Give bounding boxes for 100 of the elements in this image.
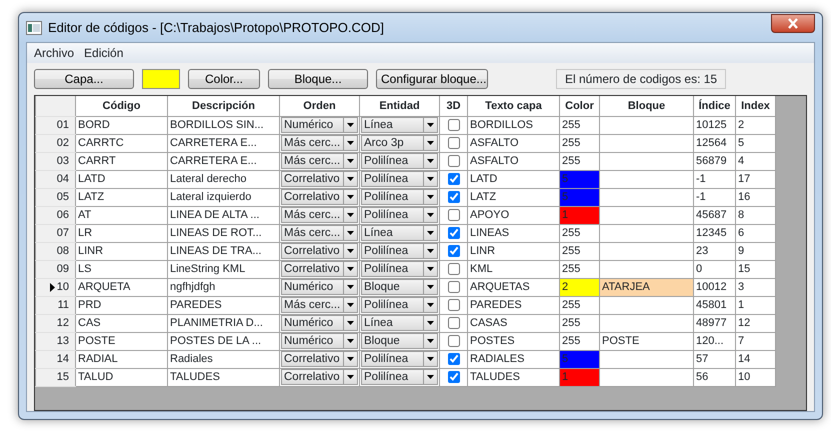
row-number: 02	[56, 136, 69, 151]
column-header[interactable]: Index	[736, 96, 776, 116]
column-header[interactable]: Color	[560, 96, 600, 116]
table-cell: LINR	[76, 242, 168, 260]
dropdown[interactable]: Polilínea	[361, 351, 438, 367]
table-cell: 255	[560, 242, 600, 260]
table-cell: Lateral derecho	[168, 170, 280, 188]
color-swatch[interactable]	[142, 69, 180, 89]
dropdown[interactable]: Más cerc...	[281, 153, 358, 169]
dropdown[interactable]: Línea	[361, 225, 438, 241]
checkbox[interactable]	[448, 335, 460, 348]
caret-icon	[427, 303, 434, 307]
dropdown[interactable]: Correlativo	[281, 189, 358, 205]
checkbox[interactable]	[448, 371, 460, 384]
dropdown[interactable]: Numérico	[281, 333, 358, 349]
row-number: 05	[56, 190, 69, 205]
dropdown[interactable]: Bloque	[361, 279, 438, 295]
dropdown[interactable]: Polilínea	[361, 207, 438, 223]
column-header[interactable]: Texto capa	[468, 96, 560, 116]
table-cell: CAS	[76, 314, 168, 332]
table-cell: 1	[736, 296, 776, 314]
table-cell: 17	[736, 170, 776, 188]
dropdown[interactable]: Línea	[361, 315, 438, 331]
caret-icon	[427, 213, 434, 217]
checkbox[interactable]	[448, 263, 460, 276]
menu-item[interactable]: Edición	[79, 44, 128, 62]
dropdown[interactable]: Polilínea	[361, 261, 438, 277]
menu-item[interactable]: Archivo	[29, 44, 80, 62]
dropdown[interactable]: Polilínea	[361, 171, 438, 187]
checkbox[interactable]	[448, 245, 460, 258]
dropdown[interactable]: Correlativo	[281, 243, 358, 259]
dropdown[interactable]: Correlativo	[281, 351, 358, 367]
table-cell: 10012	[694, 278, 736, 296]
column-header[interactable]: 3D	[440, 96, 468, 116]
dropdown[interactable]: Numérico	[281, 117, 358, 133]
checkbox[interactable]	[448, 119, 460, 132]
checkbox[interactable]	[448, 209, 460, 222]
toolbar-button[interactable]: Color...	[188, 69, 260, 89]
dropdown[interactable]: Línea	[361, 117, 438, 133]
dropdown[interactable]: Más cerc...	[281, 225, 358, 241]
table-cell: 3	[736, 278, 776, 296]
table-cell: 5	[560, 170, 600, 188]
table-cell: BORDILLOS	[468, 116, 560, 134]
table-cell: 10125	[694, 116, 736, 134]
caret-icon	[347, 141, 354, 145]
dropdown[interactable]: Numérico	[281, 279, 358, 295]
table-cell: 1	[560, 206, 600, 224]
dropdown[interactable]: Numérico	[281, 315, 358, 331]
table-cell: 6	[736, 224, 776, 242]
checkbox[interactable]	[448, 227, 460, 240]
column-header[interactable]: Índice	[694, 96, 736, 116]
table-cell: ATARJEA	[600, 278, 694, 296]
dropdown[interactable]: Más cerc...	[281, 135, 358, 151]
dropdown[interactable]: Polilínea	[361, 189, 438, 205]
checkbox[interactable]	[448, 173, 460, 186]
column-header[interactable]: Código	[76, 96, 168, 116]
caret-icon	[427, 177, 434, 181]
dropdown[interactable]: Polilínea	[361, 153, 438, 169]
checkbox[interactable]	[448, 353, 460, 366]
dropdown[interactable]: Polilínea	[361, 297, 438, 313]
dropdown[interactable]: Más cerc...	[281, 297, 358, 313]
dropdown[interactable]: Más cerc...	[281, 207, 358, 223]
table-cell: POSTES DE LA ...	[168, 332, 280, 350]
dropdown[interactable]: Correlativo	[281, 171, 358, 187]
toolbar-button[interactable]: Bloque...	[268, 69, 368, 89]
window-title: Editor de códigos - [C:\Trabajos\Protopo\PROTOPO.COD]	[48, 18, 384, 37]
column-header[interactable]: Bloque	[600, 96, 694, 116]
table-cell: LATZ	[468, 188, 560, 206]
checkbox[interactable]	[448, 137, 460, 150]
dropdown[interactable]: Polilínea	[361, 243, 438, 259]
row-number: 07	[56, 226, 69, 241]
dropdown[interactable]: Correlativo	[281, 369, 358, 385]
dropdown[interactable]: Polilínea	[361, 369, 438, 385]
close-button[interactable]	[771, 14, 815, 32]
checkbox[interactable]	[448, 317, 460, 330]
table-cell: PAREDES	[168, 296, 280, 314]
table-cell: 16	[736, 188, 776, 206]
row-number: 10	[56, 280, 69, 295]
checkbox[interactable]	[448, 191, 460, 204]
dropdown[interactable]: Correlativo	[281, 261, 358, 277]
caret-icon	[347, 123, 354, 127]
checkbox[interactable]	[448, 281, 460, 294]
toolbar-button[interactable]: Configurar bloque...	[376, 69, 488, 89]
caret-icon	[347, 195, 354, 199]
caret-icon	[427, 231, 434, 235]
table-cell: Radiales	[168, 350, 280, 368]
column-header[interactable]: Entidad	[360, 96, 440, 116]
row-number: 12	[56, 316, 69, 331]
table-cell: CARRTC	[76, 134, 168, 152]
column-header[interactable]: Orden	[280, 96, 360, 116]
checkbox[interactable]	[448, 299, 460, 312]
table-cell: RADIAL	[76, 350, 168, 368]
table-cell: LINEAS	[468, 224, 560, 242]
dropdown[interactable]: Arco 3p	[361, 135, 438, 151]
dropdown[interactable]: Bloque	[361, 333, 438, 349]
table-cell: -1	[694, 170, 736, 188]
table-cell: POSTE	[600, 332, 694, 350]
toolbar-button[interactable]: Capa...	[34, 69, 134, 89]
checkbox[interactable]	[448, 155, 460, 168]
column-header[interactable]: Descripción	[168, 96, 280, 116]
